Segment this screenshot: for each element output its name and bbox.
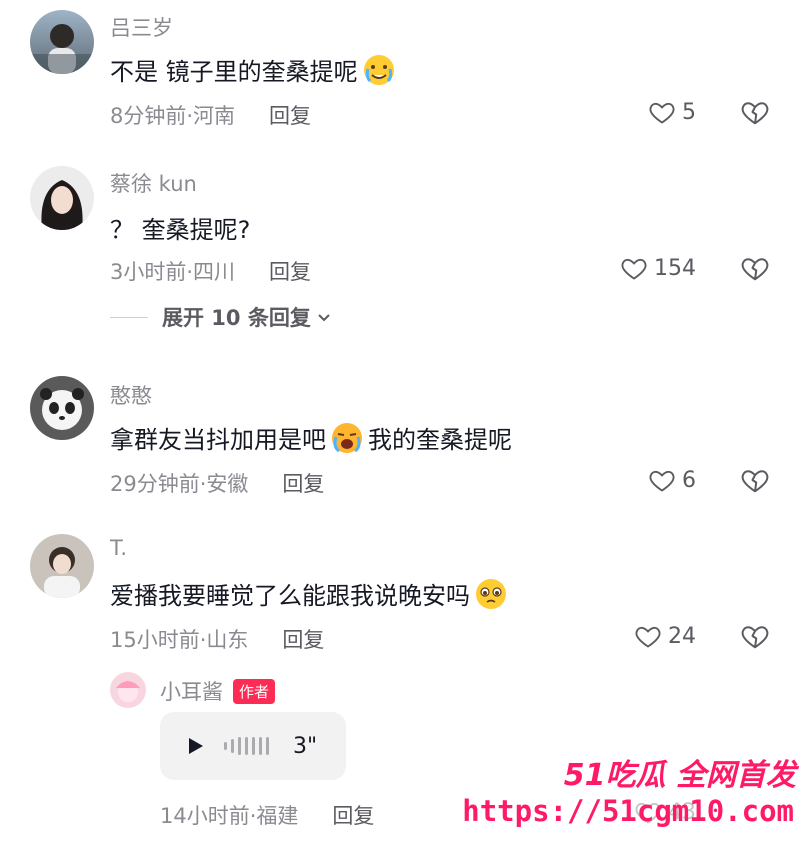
comment-text: 拿群友当抖加用是吧 我的奎桑提呢	[110, 420, 512, 455]
comment-text-content: 我的奎桑提呢	[368, 426, 512, 454]
chevron-down-icon	[318, 314, 330, 322]
voice-message[interactable]: 3"	[160, 712, 346, 780]
like-count: 6	[682, 467, 696, 493]
reply-button[interactable]: 回复	[332, 800, 374, 830]
author-badge: 作者	[233, 678, 276, 704]
avatar[interactable]	[30, 166, 94, 230]
broken-heart-icon[interactable]	[740, 621, 770, 651]
comment-text: 不是 镜子里的奎桑提呢	[110, 52, 400, 87]
heart-icon	[649, 102, 675, 124]
avatar[interactable]	[30, 534, 94, 598]
reply-time-location: 14小时前·福建	[160, 804, 299, 828]
comment-author[interactable]: 憨憨	[110, 380, 152, 410]
like-button[interactable]: 5	[648, 98, 696, 126]
like-count: 5	[682, 99, 696, 125]
broken-heart-icon[interactable]	[740, 97, 770, 127]
comment-time-location: 3小时前·四川	[110, 260, 236, 284]
comment-time-location: 15小时前·山东	[110, 628, 249, 652]
comment-text: ？ 奎桑提呢?	[110, 216, 251, 244]
loud-crying-emoji-icon	[332, 422, 362, 453]
like-button[interactable]: 24	[634, 622, 696, 650]
expand-replies-button[interactable]: 展开 10 条回复	[110, 302, 333, 332]
heart-icon	[635, 626, 661, 648]
reply-author: 小耳酱 作者	[160, 676, 276, 706]
reply-author-name[interactable]: 小耳酱	[160, 676, 223, 706]
avatar[interactable]	[30, 376, 94, 440]
like-button[interactable]: 154	[620, 254, 696, 282]
reply-button[interactable]: 回复	[269, 256, 311, 286]
reply-button[interactable]: 回复	[282, 624, 324, 654]
voice-duration: 3"	[293, 733, 318, 759]
comment-meta: 15小时前·山东 回复	[110, 624, 324, 654]
reply-meta: 14小时前·福建 回复	[160, 800, 374, 830]
comment-meta: 3小时前·四川 回复	[110, 256, 311, 286]
broken-heart-icon[interactable]	[740, 465, 770, 495]
pleading-emoji-icon	[476, 578, 506, 609]
watermark: 51吃瓜 全网首发 https://51cgm10.com	[462, 746, 800, 842]
heart-icon	[649, 470, 675, 492]
comment-author[interactable]: T.	[110, 536, 127, 560]
watermark-url: https://51cgm10.com	[462, 794, 794, 828]
reply-button[interactable]: 回复	[269, 100, 311, 130]
reply-avatar[interactable]	[110, 672, 146, 708]
waveform-icon	[224, 737, 269, 755]
watermark-title: 51吃瓜 全网首发	[563, 758, 796, 793]
reply-button[interactable]: 回复	[282, 468, 324, 498]
comment-text-content: 不是 镜子里的奎桑提呢	[110, 58, 358, 86]
expand-replies-label: 展开 10 条回复	[162, 306, 311, 330]
comment-time-location: 29分钟前·安徽	[110, 472, 249, 496]
comment-meta: 29分钟前·安徽 回复	[110, 468, 324, 498]
like-count: 154	[654, 255, 696, 281]
broken-heart-icon[interactable]	[740, 253, 770, 283]
comment-author[interactable]: 吕三岁	[110, 12, 173, 42]
crying-emoji-icon	[363, 54, 394, 85]
comment-text-content: 爱播我要睡觉了么能跟我说晚安吗	[110, 582, 470, 610]
comment-time-location: 8分钟前·河南	[110, 104, 236, 128]
comment-text-content: 拿群友当抖加用是吧	[110, 426, 326, 454]
like-button[interactable]: 6	[648, 466, 696, 494]
heart-icon	[621, 258, 647, 280]
play-icon[interactable]	[184, 735, 206, 757]
comment-text: 爱播我要睡觉了么能跟我说晚安吗	[110, 576, 512, 611]
comment-author[interactable]: 蔡徐 kun	[110, 168, 197, 198]
divider	[110, 316, 148, 318]
avatar[interactable]	[30, 10, 94, 74]
like-count: 24	[668, 623, 696, 649]
comment-meta: 8分钟前·河南 回复	[110, 100, 311, 130]
